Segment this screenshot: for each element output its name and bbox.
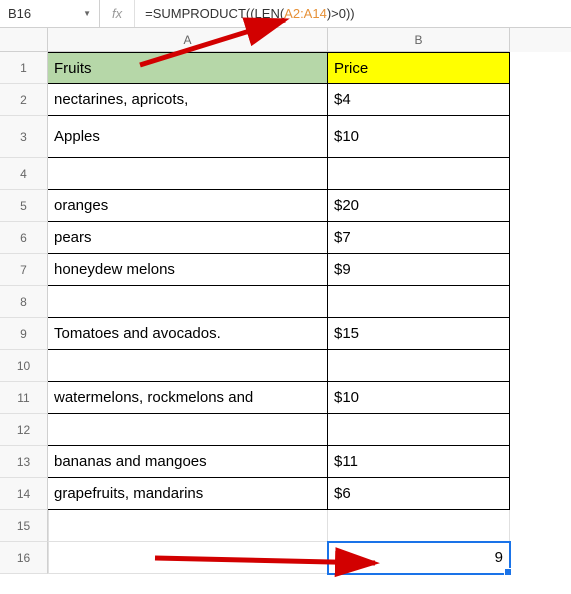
cell-b16[interactable]: 9 — [328, 542, 510, 574]
cell-b15[interactable] — [328, 510, 510, 542]
cell-a10[interactable] — [48, 350, 328, 382]
cell-a2[interactable]: nectarines, apricots, — [48, 84, 328, 116]
cell-b6[interactable]: $7 — [328, 222, 510, 254]
cell-a11[interactable]: watermelons, rockmelons and — [48, 382, 328, 414]
row-header[interactable]: 6 — [0, 222, 48, 254]
row-header[interactable]: 4 — [0, 158, 48, 190]
column-header-b[interactable]: B — [328, 28, 510, 52]
cell-a8[interactable] — [48, 286, 328, 318]
cell-b7[interactable]: $9 — [328, 254, 510, 286]
row-header[interactable]: 10 — [0, 350, 48, 382]
cell-b10[interactable] — [328, 350, 510, 382]
cell-b9[interactable]: $15 — [328, 318, 510, 350]
spreadsheet-grid: A B 1FruitsPrice 2nectarines, apricots,$4… — [0, 28, 571, 574]
cell-a14[interactable]: grapefruits, mandarins — [48, 478, 328, 510]
row-header[interactable]: 11 — [0, 382, 48, 414]
column-headers: A B — [0, 28, 571, 52]
row-header[interactable]: 15 — [0, 510, 48, 542]
cell-b11[interactable]: $10 — [328, 382, 510, 414]
name-box[interactable]: B16 ▼ — [0, 0, 100, 27]
formula-bar: B16 ▼ fx =SUMPRODUCT((LEN(A2:A14)>0)) — [0, 0, 571, 28]
cell-b1[interactable]: Price — [328, 52, 510, 84]
name-box-value: B16 — [8, 6, 31, 21]
cell-b13[interactable]: $11 — [328, 446, 510, 478]
cell-b12[interactable] — [328, 414, 510, 446]
cell-a6[interactable]: pears — [48, 222, 328, 254]
formula-range: A2:A14 — [284, 6, 327, 21]
row-header[interactable]: 2 — [0, 84, 48, 116]
cell-a15[interactable] — [48, 510, 328, 542]
row-header[interactable]: 9 — [0, 318, 48, 350]
row-header[interactable]: 5 — [0, 190, 48, 222]
row-header[interactable]: 8 — [0, 286, 48, 318]
cell-a3[interactable]: Apples — [48, 116, 328, 158]
row-header[interactable]: 7 — [0, 254, 48, 286]
row-header[interactable]: 12 — [0, 414, 48, 446]
cell-b4[interactable] — [328, 158, 510, 190]
cell-b3[interactable]: $10 — [328, 116, 510, 158]
cell-a7[interactable]: honeydew melons — [48, 254, 328, 286]
row-header[interactable]: 3 — [0, 116, 48, 158]
cell-a13[interactable]: bananas and mangoes — [48, 446, 328, 478]
chevron-down-icon[interactable]: ▼ — [83, 9, 91, 18]
cell-a16[interactable] — [48, 542, 328, 574]
row-header[interactable]: 14 — [0, 478, 48, 510]
cell-b2[interactable]: $4 — [328, 84, 510, 116]
row-header[interactable]: 16 — [0, 542, 48, 574]
row-header[interactable]: 1 — [0, 52, 48, 84]
formula-input[interactable]: =SUMPRODUCT((LEN(A2:A14)>0)) — [135, 6, 571, 21]
cell-a12[interactable] — [48, 414, 328, 446]
fx-icon[interactable]: fx — [100, 0, 135, 27]
cell-b8[interactable] — [328, 286, 510, 318]
cell-b5[interactable]: $20 — [328, 190, 510, 222]
formula-suffix: )>0)) — [327, 6, 355, 21]
row-header[interactable]: 13 — [0, 446, 48, 478]
cell-b14[interactable]: $6 — [328, 478, 510, 510]
cell-a1[interactable]: Fruits — [48, 52, 328, 84]
column-header-a[interactable]: A — [48, 28, 328, 52]
cell-a9[interactable]: Tomatoes and avocados. — [48, 318, 328, 350]
select-all-corner[interactable] — [0, 28, 48, 52]
cell-a5[interactable]: oranges — [48, 190, 328, 222]
cell-a4[interactable] — [48, 158, 328, 190]
formula-prefix: =SUMPRODUCT((LEN( — [145, 6, 284, 21]
